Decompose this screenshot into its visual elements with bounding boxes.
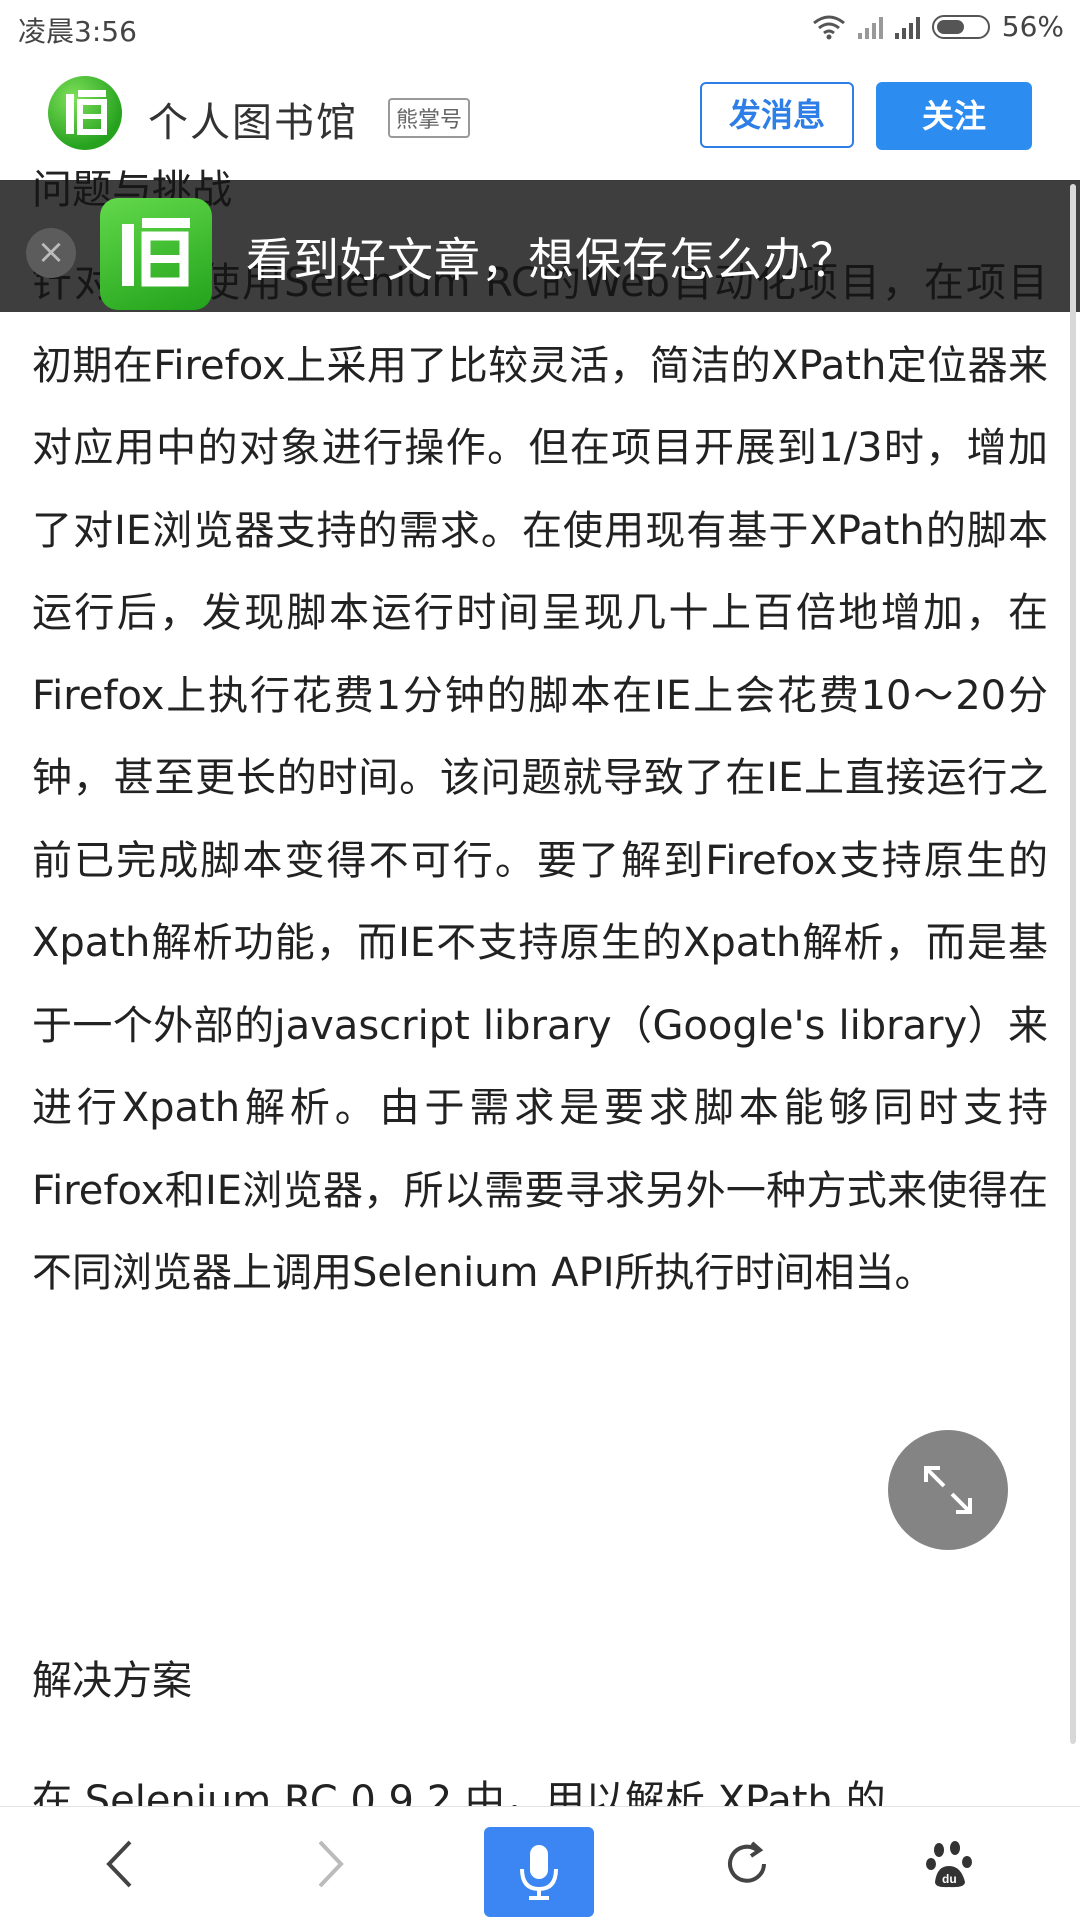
microphone-icon [520, 1845, 558, 1900]
status-time: 凌晨3:56 [18, 15, 137, 48]
section-title: 解决方案 [32, 1658, 192, 1704]
bear-paw-badge: 熊掌号 [388, 98, 471, 138]
status-icons: 56% [812, 10, 1064, 43]
refresh-button[interactable] [692, 1807, 802, 1921]
expand-button[interactable] [888, 1430, 1008, 1550]
signal-icon [857, 15, 883, 39]
library-logo-icon [66, 90, 107, 135]
article-body: 问题与挑战 针对一个使用Selenium RC的Web自动化项目，在项目初期在F… [32, 160, 1048, 1315]
site-logo[interactable] [48, 76, 122, 150]
library-logo-icon [122, 218, 190, 287]
scrollbar[interactable] [1070, 184, 1076, 1744]
send-message-button[interactable]: 发消息 [700, 82, 854, 148]
save-article-banner[interactable]: × 看到好文章，想保存怎么办？ [0, 180, 1080, 312]
signal-icon [894, 15, 920, 39]
forward-button[interactable] [276, 1807, 386, 1921]
chevron-left-icon [106, 1840, 132, 1888]
svg-text:du: du [942, 1872, 957, 1886]
bottom-navigation: du [0, 1806, 1080, 1921]
expand-icon [924, 1466, 972, 1514]
article-paragraph: 针对一个使用Selenium RC的Web自动化项目，在项目初期在Firefox… [32, 260, 1048, 1296]
chevron-right-icon [318, 1840, 344, 1888]
banner-text[interactable]: 看到好文章，想保存怎么办？ [246, 224, 857, 290]
site-name[interactable]: 个人图书馆 [148, 90, 358, 148]
follow-button[interactable]: 关注 [876, 82, 1032, 150]
back-button[interactable] [64, 1807, 174, 1921]
close-icon[interactable]: × [26, 228, 76, 278]
baidu-paw-icon: du [926, 1841, 972, 1888]
wifi-icon [812, 15, 845, 39]
battery-icon [931, 14, 990, 39]
battery-percent: 56% [1001, 10, 1064, 43]
baidu-home-button[interactable]: du [896, 1807, 1006, 1921]
voice-search-button[interactable] [484, 1827, 594, 1917]
battery-level [936, 19, 964, 34]
refresh-icon [728, 1841, 766, 1883]
banner-app-logo [100, 198, 212, 310]
status-bar: 凌晨3:56 56% [0, 0, 1080, 56]
